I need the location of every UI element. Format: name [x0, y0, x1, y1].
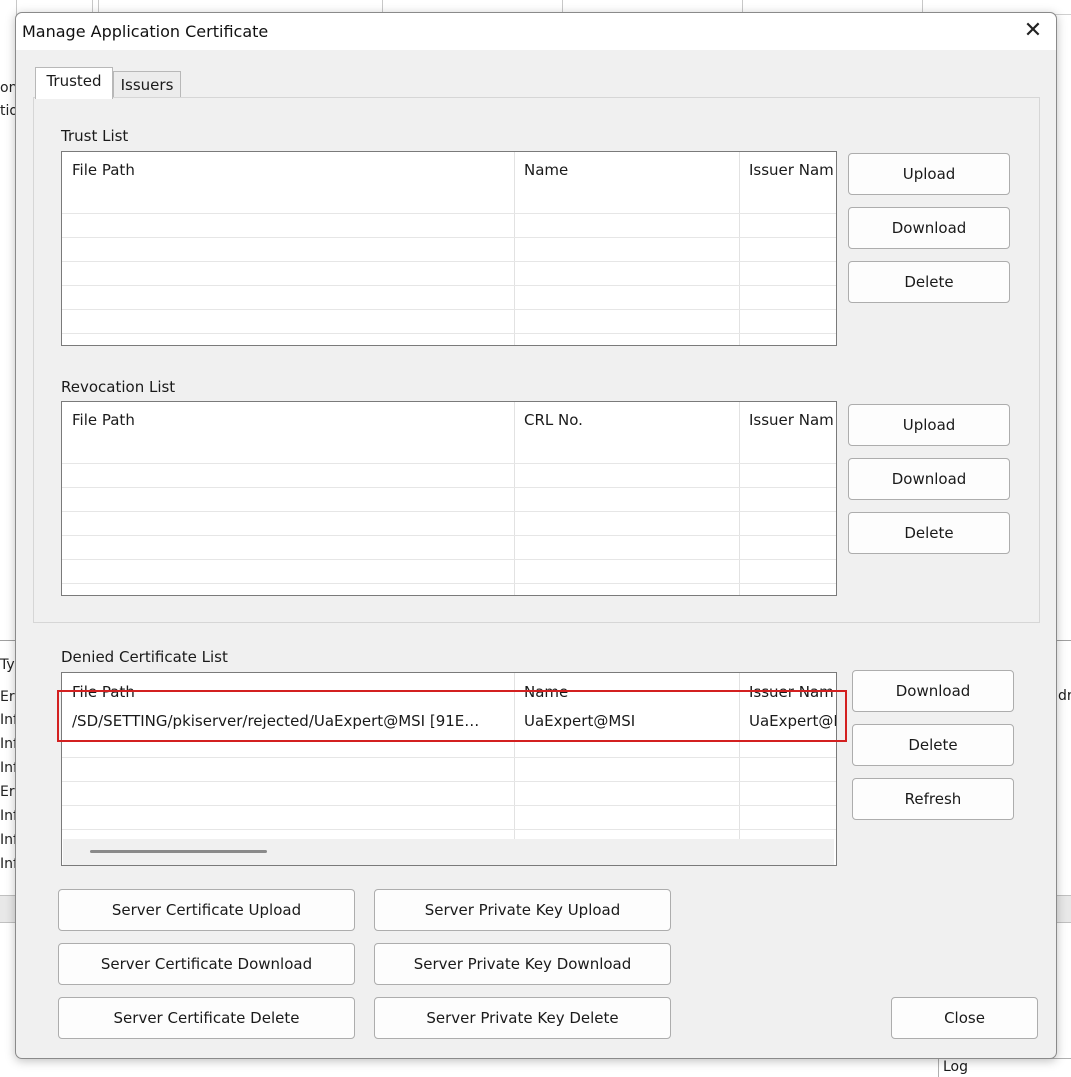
revocation-upload-button[interactable]: Upload — [848, 404, 1010, 446]
background-log-entry: Info — [0, 760, 16, 776]
server-private-key-delete-button[interactable]: Server Private Key Delete — [374, 997, 671, 1039]
row-divider — [62, 559, 836, 560]
server-certificate-delete-button[interactable]: Server Certificate Delete — [58, 997, 355, 1039]
background-log-entry: Info — [0, 712, 16, 728]
row-divider — [62, 285, 836, 286]
row-divider — [62, 463, 836, 464]
denied-certificate-table[interactable]: File Path Name Issuer Nam /SD/SETTING/pk… — [61, 672, 837, 866]
close-button[interactable]: Close — [891, 997, 1038, 1039]
row-divider — [62, 511, 836, 512]
column-header-file-path[interactable]: File Path — [62, 673, 514, 699]
row-divider — [62, 487, 836, 488]
column-header-file-path[interactable]: File Path — [62, 152, 514, 190]
denied-refresh-button[interactable]: Refresh — [852, 778, 1014, 820]
row-divider — [62, 213, 836, 214]
column-header-name[interactable]: Name — [514, 152, 739, 190]
background-scrollbar — [0, 895, 16, 923]
column-divider — [739, 673, 740, 839]
row-divider — [62, 781, 836, 782]
trust-upload-button[interactable]: Upload — [848, 153, 1010, 195]
tab-trusted[interactable]: Trusted — [35, 67, 113, 99]
denied-download-button[interactable]: Download — [852, 670, 1014, 712]
row-issuer: UaExpert@I — [749, 712, 837, 730]
denied-delete-button[interactable]: Delete — [852, 724, 1014, 766]
column-header-file-path[interactable]: File Path — [62, 402, 514, 440]
column-divider — [514, 673, 515, 839]
server-private-key-download-button[interactable]: Server Private Key Download — [374, 943, 671, 985]
background-log-entry: Info — [0, 808, 16, 824]
background-column-header: dre — [1058, 688, 1071, 704]
background-log-entry: Erro — [0, 689, 16, 705]
row-divider — [62, 805, 836, 806]
revocation-list-table[interactable]: File Path CRL No. Issuer Nam — [61, 401, 837, 596]
background-log-entry: Info — [0, 832, 16, 848]
row-file-path: /SD/SETTING/pkiserver/rejected/UaExpert@… — [72, 712, 480, 730]
server-certificate-download-button[interactable]: Server Certificate Download — [58, 943, 355, 985]
revocation-download-button[interactable]: Download — [848, 458, 1010, 500]
row-divider — [62, 333, 836, 334]
column-divider — [514, 152, 515, 345]
scrollbar-thumb[interactable] — [90, 850, 267, 853]
column-divider — [514, 402, 515, 595]
column-header-issuer[interactable]: Issuer Nam — [739, 673, 836, 699]
background-text: ons — [0, 80, 16, 96]
manage-certificate-dialog: Manage Application Certificate ✕ Trusted… — [15, 12, 1057, 1059]
dialog-titlebar: Manage Application Certificate ✕ — [16, 13, 1056, 50]
revocation-delete-button[interactable]: Delete — [848, 512, 1010, 554]
row-divider — [62, 583, 836, 584]
background-log-entry: Erro — [0, 784, 16, 800]
background-scrollbar — [1056, 895, 1071, 923]
background-divider — [0, 640, 16, 641]
denied-list-label: Denied Certificate List — [61, 648, 228, 666]
background-log-entry: Info — [0, 736, 16, 752]
row-divider — [62, 829, 836, 830]
revocation-list-label: Revocation List — [61, 378, 176, 396]
row-divider — [62, 757, 836, 758]
trust-list-label: Trust List — [61, 127, 129, 145]
row-divider — [62, 309, 836, 310]
column-divider — [739, 402, 740, 595]
column-header-issuer[interactable]: Issuer Nam — [739, 402, 836, 440]
column-header-issuer[interactable]: Issuer Nam — [739, 152, 836, 190]
log-tab-label: Log — [943, 1059, 969, 1075]
close-icon[interactable]: ✕ — [1019, 17, 1047, 45]
column-header-name[interactable]: Name — [514, 673, 739, 699]
column-divider — [739, 152, 740, 345]
column-header-crl-no[interactable]: CRL No. — [514, 402, 739, 440]
tab-issuers[interactable]: Issuers — [113, 71, 181, 99]
row-name: UaExpert@MSI — [524, 712, 636, 730]
dialog-title: Manage Application Certificate — [22, 22, 269, 41]
background-divider — [1056, 640, 1071, 641]
background-log-entry: Info — [0, 856, 16, 872]
row-divider — [62, 535, 836, 536]
trust-download-button[interactable]: Download — [848, 207, 1010, 249]
horizontal-scrollbar[interactable] — [63, 839, 834, 865]
background-log-type: Typ — [0, 657, 16, 673]
background-text: tio — [0, 103, 16, 119]
row-divider — [62, 261, 836, 262]
row-divider — [62, 237, 836, 238]
background-log-tab[interactable]: Log — [938, 1058, 1071, 1077]
trust-list-table[interactable]: File Path Name Issuer Nam — [61, 151, 837, 346]
server-certificate-upload-button[interactable]: Server Certificate Upload — [58, 889, 355, 931]
trust-delete-button[interactable]: Delete — [848, 261, 1010, 303]
server-private-key-upload-button[interactable]: Server Private Key Upload — [374, 889, 671, 931]
